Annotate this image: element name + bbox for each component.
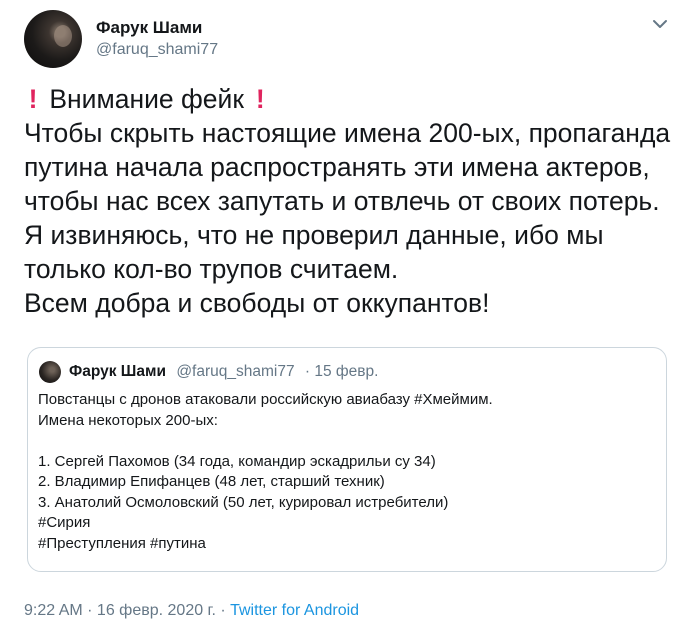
chevron-down-icon[interactable] (650, 14, 670, 34)
quoted-author-avatar (39, 361, 61, 383)
tweet: Фарук Шами @faruq_shami77 ! Внимание фей… (0, 0, 700, 632)
quoted-author-name: Фарук Шами (69, 363, 166, 380)
tweet-timestamp[interactable]: 9:22 AM · 16 февр. 2020 г. · (24, 602, 230, 619)
exclamation-icon: ! (255, 84, 265, 114)
author-handle[interactable]: @faruq_shami77 (96, 41, 218, 59)
quoted-tweet-header: Фарук Шами @faruq_shami77 · 15 февр. (69, 363, 378, 381)
quoted-tweet[interactable]: Фарук Шами @faruq_shami77 · 15 февр. Пов… (27, 347, 667, 572)
quoted-tweet-text: Повстанцы с дронов атаковали российскую … (38, 391, 493, 552)
tweet-text: ! Внимание фейк ! Чтобы скрыть настоящие… (24, 82, 684, 320)
quoted-tweet-date: · 15 февр. (304, 363, 379, 380)
tweet-source-link[interactable]: Twitter for Android (230, 602, 359, 619)
warning-text: Внимание фейк (49, 84, 244, 114)
tweet-body: Чтобы скрыть настоящие имена 200-ых, про… (24, 118, 671, 318)
author-avatar[interactable] (24, 10, 82, 68)
tweet-footer: 9:22 AM · 16 февр. 2020 г. · Twitter for… (24, 602, 359, 620)
quoted-author-handle: @faruq_shami77 (176, 363, 295, 380)
author-name[interactable]: Фарук Шами (96, 18, 202, 38)
exclamation-icon: ! (28, 84, 38, 114)
